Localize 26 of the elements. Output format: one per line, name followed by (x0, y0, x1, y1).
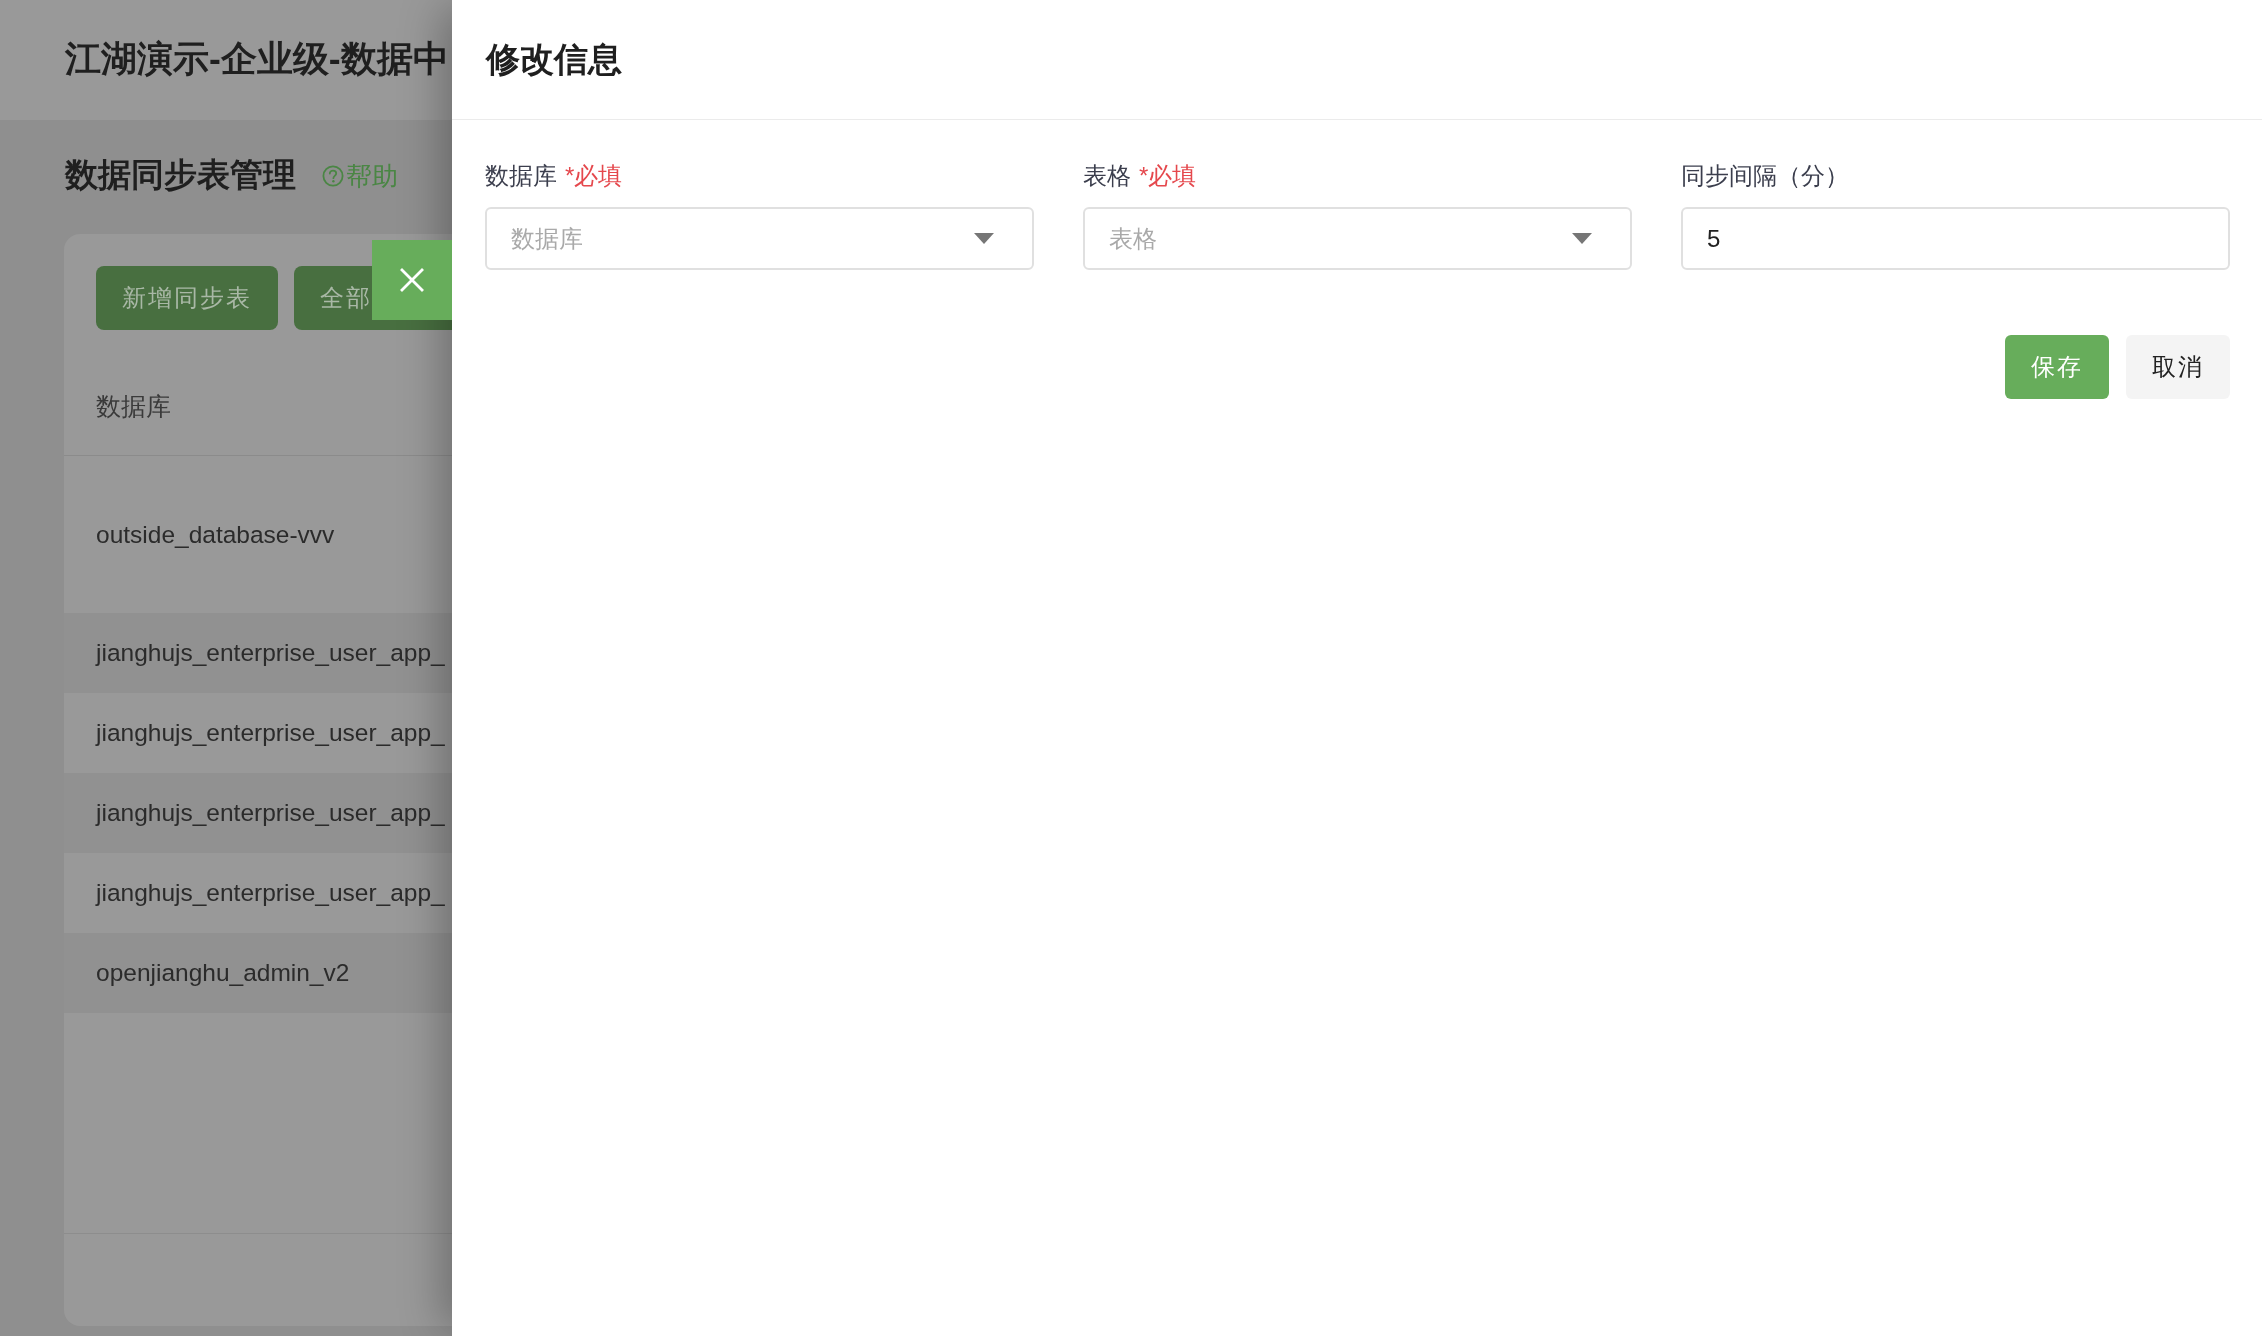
table-cell: jianghujs_enterprise_user_app_ (96, 799, 445, 827)
cancel-button[interactable]: 取消 (2126, 335, 2230, 399)
app-title: 江湖演示-企业级-数据中 (65, 38, 449, 81)
table-cell: openjianghu_admin_v2 (96, 959, 350, 987)
caret-down-icon (1572, 233, 1592, 244)
toolbar-button[interactable]: 新增同步表 (96, 266, 278, 330)
field-label: 同步间隔（分） (1681, 161, 1849, 191)
page-title: 数据同步表管理 (65, 156, 296, 195)
caret-down-icon (974, 233, 994, 244)
select-field[interactable]: 表格 (1083, 207, 1632, 270)
save-button[interactable]: 保存 (2005, 335, 2109, 399)
close-icon (400, 268, 424, 292)
close-button[interactable] (372, 240, 452, 320)
input-field[interactable]: 5 (1681, 207, 2230, 270)
table-cell: jianghujs_enterprise_user_app_ (96, 639, 445, 667)
required-mark: *必填 (565, 161, 623, 191)
table-cell: outside_database-vvv (96, 520, 335, 549)
drawer-title: 修改信息 (486, 38, 622, 80)
help-icon (322, 165, 344, 187)
required-mark: *必填 (1139, 161, 1197, 191)
table-cell: jianghujs_enterprise_user_app_ (96, 879, 445, 907)
field-label: 数据库 (485, 161, 557, 191)
table-cell: jianghujs_enterprise_user_app_ (96, 719, 445, 747)
column-header: 数据库 (96, 392, 171, 422)
select-field[interactable]: 数据库 (485, 207, 1034, 270)
field-label: 表格 (1083, 161, 1131, 191)
